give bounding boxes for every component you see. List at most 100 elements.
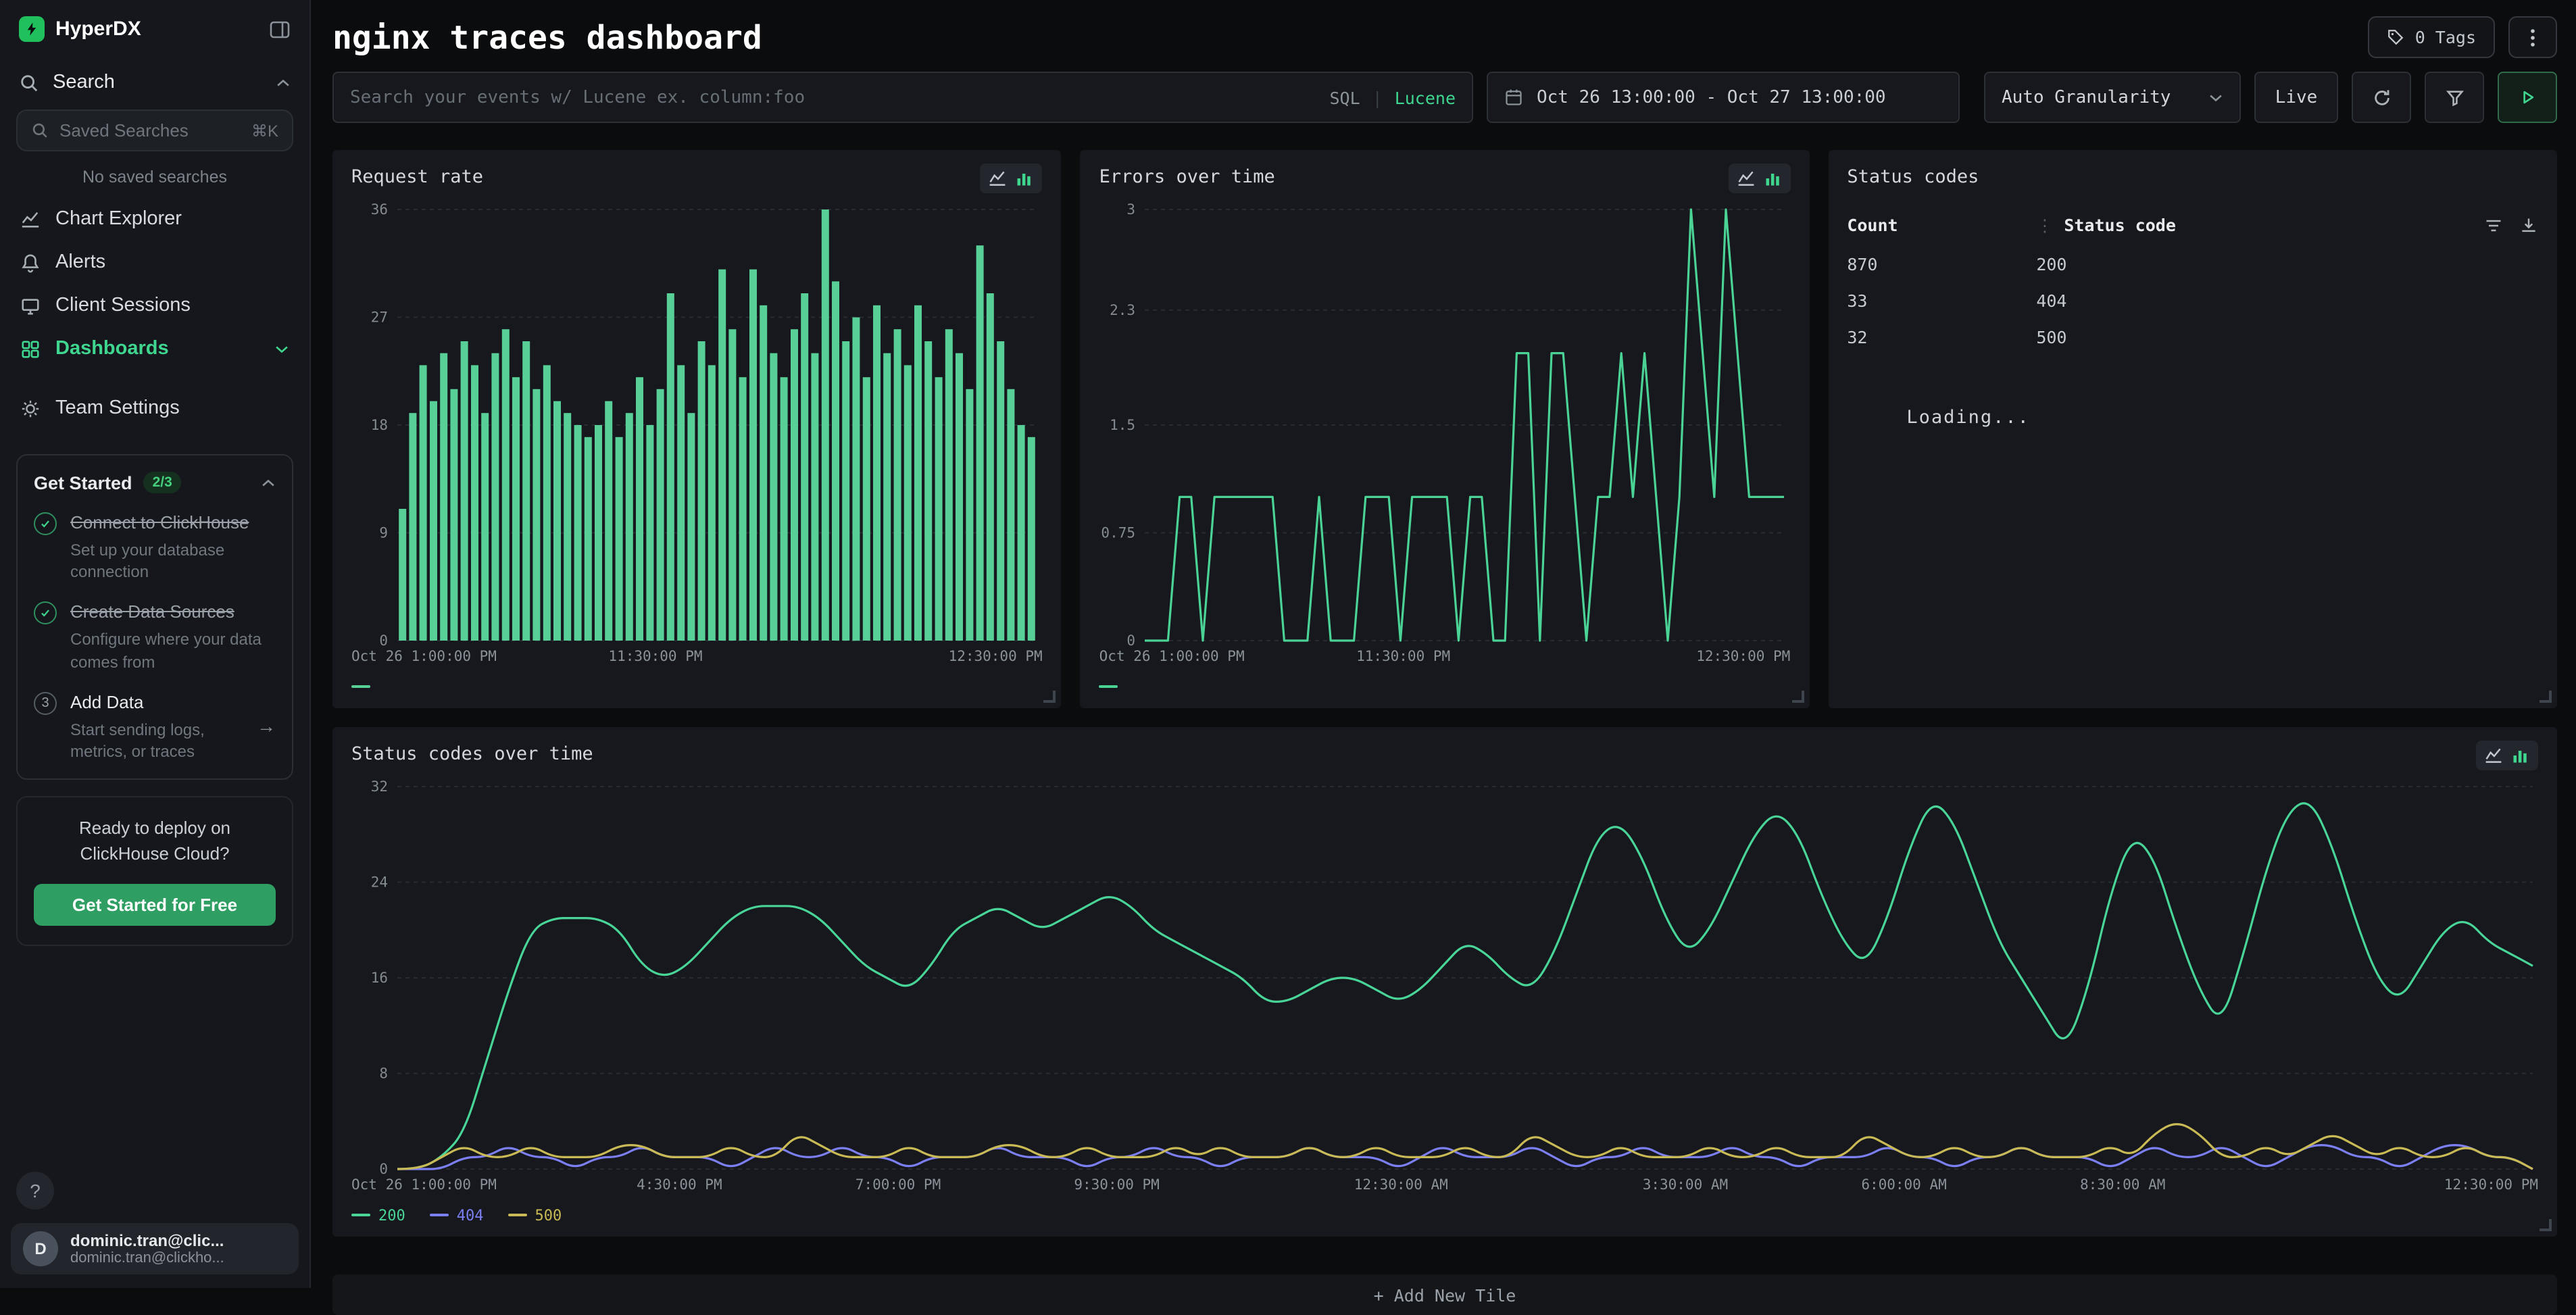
legend-item[interactable] <box>1099 685 1118 688</box>
panel-title: Errors over time <box>1099 164 1275 188</box>
table-row[interactable]: 32 500 <box>1847 319 2538 355</box>
step-title: Connect to ClickHouse <box>70 512 249 532</box>
x-axis-label: 9:30:00 PM <box>1074 1177 1159 1193</box>
cell-status: 200 <box>2036 254 2066 274</box>
check-circle-icon <box>34 602 57 625</box>
chevron-up-icon[interactable] <box>261 478 276 487</box>
saved-searches-box[interactable]: ⌘K <box>16 109 293 151</box>
legend-item[interactable]: 200 <box>351 1206 405 1224</box>
x-axis-label: 8:30:00 AM <box>2080 1177 2165 1193</box>
sidebar-item-chart-explorer[interactable]: Chart Explorer <box>0 197 309 241</box>
user-menu[interactable]: D dominic.tran@clic... dominic.tran@clic… <box>11 1223 299 1274</box>
panel-status-codes: Status codes Count ⋮ Status code <box>1828 150 2557 708</box>
app-root: HyperDX Search ⌘K No saved searches <box>0 0 2576 1288</box>
step-connect-clickhouse[interactable]: Connect to ClickHouse Set up your databa… <box>34 511 276 583</box>
chart-type-toggle[interactable] <box>2476 741 2538 770</box>
step-add-data[interactable]: 3 Add Data Start sending logs, metrics, … <box>34 691 276 763</box>
column-header-status[interactable]: Status code <box>2064 215 2176 235</box>
legend-dash <box>351 685 370 688</box>
column-header-count[interactable]: Count <box>1847 215 2036 235</box>
cell-status: 404 <box>2036 291 2066 311</box>
svg-text:2.3: 2.3 <box>1110 302 1136 318</box>
sidebar-item-client-sessions[interactable]: Client Sessions <box>0 284 309 327</box>
x-axis-label: 3:30:00 AM <box>1643 1177 1728 1193</box>
filter-lines-icon[interactable] <box>2484 216 2503 234</box>
panel-title: Status codes over time <box>351 741 593 765</box>
get-started-free-button[interactable]: Get Started for Free <box>34 884 276 926</box>
main-content: nginx traces dashboard 0 Tags SQL | Luce… <box>311 0 2576 1288</box>
sidebar-item-search[interactable]: Search <box>0 55 309 104</box>
chart-type-toggle[interactable] <box>981 164 1043 193</box>
get-started-header[interactable]: Get Started 2/3 <box>34 472 276 493</box>
request-rate-svg: 09182736 <box>351 199 1042 646</box>
x-axis-label: 12:30:00 AM <box>1354 1177 1448 1193</box>
lucene-toggle[interactable]: Lucene <box>1395 87 1456 107</box>
panel-request-rate: Request rate 09182736 Oct 26 1:00:00 PM1… <box>332 150 1062 708</box>
legend-item[interactable]: 404 <box>430 1206 484 1224</box>
no-saved-searches-text: No saved searches <box>0 154 309 197</box>
deploy-card: Ready to deploy on ClickHouse Cloud? Get… <box>16 796 293 945</box>
nav-label: Client Sessions <box>55 295 191 316</box>
monitor-icon <box>20 295 41 316</box>
step-title: Add Data <box>70 692 143 712</box>
search-section-label: Search <box>53 72 115 93</box>
table-row[interactable]: 33 404 <box>1847 282 2538 319</box>
svg-text:0.75: 0.75 <box>1101 525 1136 541</box>
status-over-time-chart[interactable]: 08162432 <box>351 776 2538 1174</box>
svg-text:24: 24 <box>371 874 388 891</box>
column-divider-icon[interactable]: ⋮ <box>2036 215 2053 235</box>
chevron-up-icon[interactable] <box>276 78 291 87</box>
svg-text:1.5: 1.5 <box>1110 417 1136 433</box>
sidebar-collapse-icon[interactable] <box>269 18 291 40</box>
tags-button[interactable]: 0 Tags <box>2368 16 2495 58</box>
cell-status: 500 <box>2036 327 2066 347</box>
sidebar-item-alerts[interactable]: Alerts <box>0 241 309 284</box>
legend-item[interactable] <box>351 685 370 688</box>
saved-searches-input[interactable] <box>59 120 241 141</box>
table-row[interactable]: 870 200 <box>1847 246 2538 282</box>
sidebar-item-dashboards[interactable]: Dashboards <box>0 327 309 370</box>
chart-type-toggle[interactable] <box>1728 164 1790 193</box>
x-axis: Oct 26 1:00:00 PM4:30:00 PM7:00:00 PM9:3… <box>351 1177 2538 1199</box>
svg-text:9: 9 <box>379 525 388 541</box>
add-new-tile-button[interactable]: + Add New Tile <box>332 1274 2557 1315</box>
x-axis-label: 11:30:00 PM <box>1356 649 1450 665</box>
event-search-input[interactable] <box>350 87 1329 107</box>
loading-indicator: Loading... <box>1906 407 2030 428</box>
refresh-button[interactable] <box>2352 72 2411 123</box>
cell-count: 33 <box>1847 291 2036 311</box>
svg-text:0: 0 <box>379 1161 388 1174</box>
panel-status-codes-over-time: Status codes over time 08162432 Oct 26 1… <box>332 727 2557 1237</box>
sidebar-item-team-settings[interactable]: Team Settings <box>0 387 309 430</box>
sql-toggle[interactable]: SQL <box>1329 87 1360 107</box>
avatar: D <box>23 1231 58 1266</box>
date-range-picker[interactable]: Oct 26 13:00:00 - Oct 27 13:00:00 <box>1487 72 1960 123</box>
x-axis: Oct 26 1:00:00 PM11:30:00 PM12:30:00 PM <box>351 649 1043 670</box>
download-icon[interactable] <box>2519 216 2538 234</box>
event-search-box[interactable]: SQL | Lucene <box>332 72 1473 123</box>
errors-chart[interactable]: 00.751.52.33 <box>1099 199 1791 646</box>
deploy-text: Ready to deploy on ClickHouse Cloud? <box>34 816 276 867</box>
x-axis-label: Oct 26 1:00:00 PM <box>351 1177 497 1193</box>
chevron-down-icon[interactable] <box>274 344 289 353</box>
live-button[interactable]: Live <box>2254 72 2338 123</box>
x-axis-label: 6:00:00 AM <box>1861 1177 1946 1193</box>
legend-item[interactable]: 500 <box>508 1206 562 1224</box>
help-button[interactable]: ? <box>16 1172 54 1210</box>
table-header: Count ⋮ Status code <box>1847 209 2538 246</box>
toolbar: SQL | Lucene Oct 26 13:00:00 - Oct 27 13… <box>332 72 2557 123</box>
svg-text:0: 0 <box>379 632 388 646</box>
chart-legend <box>1099 673 1791 700</box>
panel-title: Request rate <box>351 164 483 188</box>
x-axis-label: Oct 26 1:00:00 PM <box>1099 649 1245 665</box>
legend-label: 500 <box>535 1206 562 1224</box>
granularity-select[interactable]: Auto Granularity <box>1984 72 2241 123</box>
step-create-data-sources[interactable]: Create Data Sources Configure where your… <box>34 601 276 673</box>
more-options-button[interactable] <box>2508 16 2557 58</box>
get-started-card: Get Started 2/3 Connect to ClickHouse Se… <box>16 454 293 780</box>
request-rate-chart[interactable]: 09182736 <box>351 199 1043 646</box>
filter-button[interactable] <box>2425 72 2484 123</box>
shortcut-hint: ⌘K <box>251 121 278 140</box>
run-query-button[interactable] <box>2498 72 2557 123</box>
hyperdx-logo-icon <box>19 16 45 42</box>
